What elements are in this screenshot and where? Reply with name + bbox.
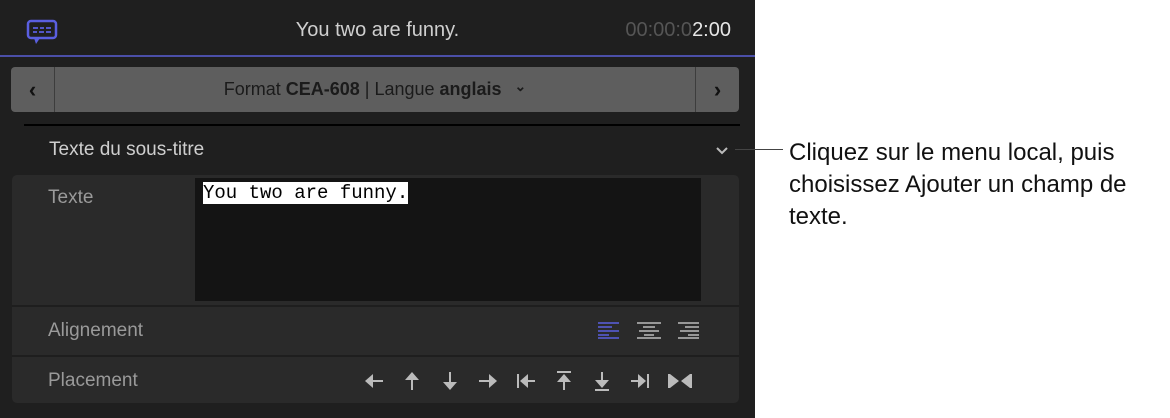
arrow-right-icon[interactable] xyxy=(478,371,498,391)
format-value: CEA-608 xyxy=(285,79,360,99)
alignment-label: Alignement xyxy=(48,320,144,341)
align-center-icon[interactable] xyxy=(637,321,661,339)
divider xyxy=(12,305,739,307)
caption-timecode: 00:00:02:00 xyxy=(625,19,731,41)
move-far-right-icon[interactable] xyxy=(630,371,650,391)
format-language-popup[interactable]: Format CEA-608 | Langue anglais ⌄ xyxy=(55,67,695,112)
caption-header: You two are funny. 00:00:02:00 xyxy=(0,0,755,57)
align-left-icon[interactable] xyxy=(598,321,620,339)
language-value: anglais xyxy=(439,79,502,99)
chevron-down-icon: ⌄ xyxy=(514,78,527,94)
caption-text-field[interactable]: You two are funny. xyxy=(195,178,701,301)
caption-text-value: You two are funny. xyxy=(203,182,409,204)
previous-caption-button[interactable]: ‹ xyxy=(11,67,55,112)
separator: | xyxy=(364,79,370,99)
center-placement-icon[interactable] xyxy=(668,371,692,391)
subtitle-text-section: Texte You two are funny. Alignement Plac… xyxy=(12,175,739,403)
move-top-icon[interactable] xyxy=(554,371,574,391)
next-caption-button[interactable]: › xyxy=(695,67,739,112)
align-right-icon[interactable] xyxy=(678,321,700,339)
move-bottom-icon[interactable] xyxy=(592,371,612,391)
move-far-left-icon[interactable] xyxy=(516,371,536,391)
section-chevron-down-icon[interactable] xyxy=(715,144,729,158)
divider xyxy=(24,124,740,126)
text-label: Texte xyxy=(48,187,94,208)
arrow-down-icon[interactable] xyxy=(440,371,460,391)
language-label: Langue xyxy=(374,79,435,99)
arrow-up-icon[interactable] xyxy=(402,371,422,391)
callout-text: Cliquez sur le menu local, puis choisiss… xyxy=(789,139,1127,230)
divider xyxy=(12,355,739,357)
captions-inspector: You two are funny. 00:00:02:00 ‹ Format … xyxy=(0,0,755,418)
format-label: Format xyxy=(223,79,281,99)
placement-label: Placement xyxy=(48,370,138,391)
arrow-left-icon[interactable] xyxy=(364,371,384,391)
section-title: Texte du sous-titre xyxy=(49,139,205,160)
callout-line xyxy=(735,149,783,150)
format-nav-bar: ‹ Format CEA-608 | Langue anglais ⌄ › xyxy=(11,67,739,112)
